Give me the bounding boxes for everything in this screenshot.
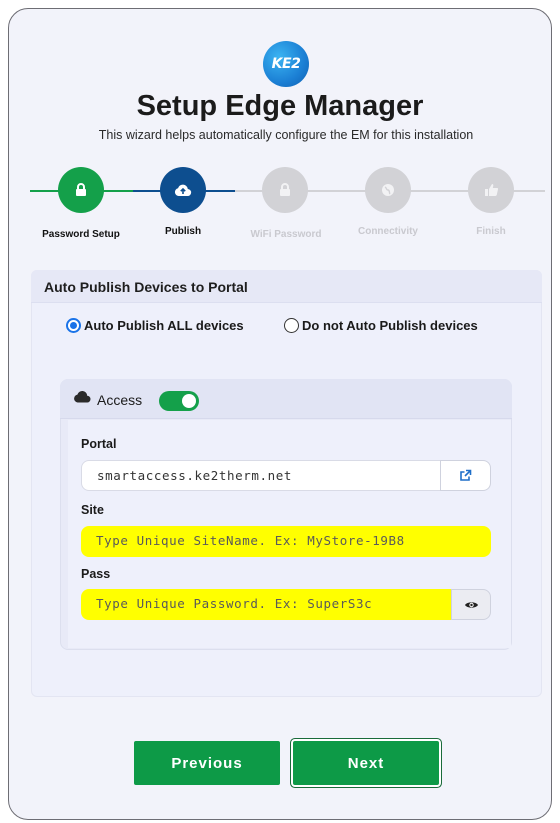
- next-button[interactable]: Next: [293, 741, 439, 785]
- thumbs-up-icon: [484, 184, 498, 197]
- step-label-wifi-password: WiFi Password: [250, 229, 322, 240]
- page-subtitle: This wizard helps automatically configur…: [98, 128, 474, 142]
- step-finish[interactable]: [468, 167, 514, 213]
- step-label-password-setup: Password Setup: [42, 229, 120, 240]
- radio-label: Do not Auto Publish devices: [302, 318, 478, 333]
- radio-auto-publish-all[interactable]: Auto Publish ALL devices: [66, 318, 244, 333]
- site-input[interactable]: Type Unique SiteName. Ex: MyStore-19B8: [81, 526, 491, 557]
- step-label-finish: Finish: [476, 226, 506, 237]
- globe-icon: [382, 184, 394, 196]
- open-portal-button[interactable]: [440, 460, 491, 491]
- portal-label: Portal: [81, 437, 117, 451]
- show-password-button[interactable]: [451, 589, 491, 620]
- step-label-publish: Publish: [164, 226, 202, 237]
- access-label: Access: [97, 392, 143, 408]
- ke2-logo: KE2: [263, 41, 309, 87]
- cloud-upload-icon: [174, 184, 192, 197]
- eye-icon: [464, 601, 478, 608]
- step-connectivity[interactable]: [365, 167, 411, 213]
- step-wifi-password[interactable]: [262, 167, 308, 213]
- step-publish[interactable]: [160, 167, 206, 213]
- access-toggle[interactable]: [159, 391, 199, 411]
- portal-input[interactable]: smartaccess.ke2therm.net: [81, 460, 441, 491]
- radio-label: Auto Publish ALL devices: [84, 318, 244, 333]
- pass-input[interactable]: Type Unique Password. Ex: SuperS3c: [81, 589, 451, 620]
- lock-icon: [76, 183, 86, 196]
- radio-button-checked[interactable]: [66, 318, 81, 333]
- page-title: Setup Edge Manager: [136, 90, 424, 122]
- pass-label: Pass: [81, 567, 111, 581]
- cloud-icon: [74, 390, 91, 403]
- lock-icon: [280, 183, 290, 196]
- step-password-setup[interactable]: [58, 167, 104, 213]
- panel-title: Auto Publish Devices to Portal: [31, 270, 542, 303]
- site-label: Site: [81, 503, 104, 517]
- radio-do-not-auto-publish[interactable]: Do not Auto Publish devices: [284, 318, 478, 333]
- external-link-icon: [460, 469, 472, 481]
- step-label-connectivity: Connectivity: [357, 226, 418, 237]
- previous-button[interactable]: Previous: [134, 741, 280, 785]
- radio-button[interactable]: [284, 318, 299, 333]
